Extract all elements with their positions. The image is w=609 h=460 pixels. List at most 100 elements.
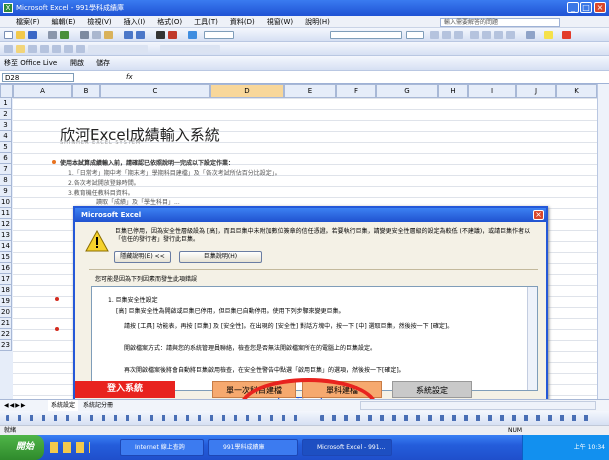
minimize-button[interactable]: _ <box>567 2 579 13</box>
review-end-icon[interactable] <box>88 45 148 53</box>
detail-scrollbar[interactable] <box>527 287 537 390</box>
login-system-button[interactable]: 登入系統 <box>75 381 175 398</box>
row-header[interactable]: 20 <box>0 307 12 318</box>
help-question-input[interactable]: 輸入需要解答的問題 <box>440 18 560 27</box>
column-header-b[interactable]: B <box>72 84 100 98</box>
comment-icon[interactable] <box>16 45 25 53</box>
align-left-icon[interactable] <box>470 31 479 39</box>
paste-icon[interactable] <box>104 31 113 39</box>
column-header-j[interactable]: J <box>516 84 556 98</box>
menu-view[interactable]: 檢視(V) <box>81 16 117 28</box>
taskbar-item[interactable]: Microsoft Excel - 991... <box>302 439 392 456</box>
row-header[interactable]: 3 <box>0 120 12 131</box>
menu-format[interactable]: 格式(O) <box>151 16 188 28</box>
row-header[interactable]: 22 <box>0 329 12 340</box>
menu-edit[interactable]: 編輯(E) <box>46 16 82 28</box>
office-live-save[interactable]: 儲存 <box>96 58 110 68</box>
sheet-tab[interactable]: 系統記分冊 <box>80 400 116 411</box>
align-center-icon[interactable] <box>482 31 491 39</box>
review-icon[interactable] <box>4 45 13 53</box>
zoom-select[interactable] <box>204 31 234 39</box>
column-header-f[interactable]: F <box>336 84 376 98</box>
dialog-close-button[interactable]: × <box>533 210 544 220</box>
menu-data[interactable]: 資料(D) <box>224 16 261 28</box>
taskbar-item[interactable]: Internet 線上查詢 <box>120 439 204 456</box>
fill-color-icon[interactable] <box>544 31 553 39</box>
underline-icon[interactable] <box>454 31 463 39</box>
menu-help[interactable]: 說明(H) <box>299 16 336 28</box>
autosum-icon[interactable] <box>156 31 165 39</box>
row-header[interactable]: 23 <box>0 340 12 351</box>
menu-insert[interactable]: 插入(I) <box>118 16 152 28</box>
draw-shape-icon[interactable] <box>320 415 590 421</box>
row-header[interactable]: 10 <box>0 197 12 208</box>
reply-icon[interactable] <box>40 45 49 53</box>
office-live-button[interactable]: 移至 Office Live <box>4 58 57 68</box>
close-window-button[interactable]: × <box>594 2 606 13</box>
protect-icon[interactable] <box>76 45 85 53</box>
column-header-c[interactable]: C <box>100 84 210 98</box>
macro-help-button[interactable]: 巨集說明(H) <box>179 251 262 263</box>
row-header[interactable]: 19 <box>0 296 12 307</box>
align-right-icon[interactable] <box>494 31 503 39</box>
menu-file[interactable]: 檔案(F) <box>0 16 46 28</box>
chart-icon[interactable] <box>188 31 197 39</box>
formula-input[interactable] <box>140 73 605 82</box>
reviewing-end-icon[interactable] <box>160 45 220 53</box>
row-header[interactable]: 9 <box>0 186 12 197</box>
row-header[interactable]: 12 <box>0 219 12 230</box>
scrollbar-vertical[interactable] <box>597 84 609 399</box>
save-icon[interactable] <box>28 31 37 39</box>
print-icon[interactable] <box>48 31 57 39</box>
borders-icon[interactable] <box>526 31 535 39</box>
send-icon[interactable] <box>52 45 61 53</box>
copy-icon[interactable] <box>92 31 101 39</box>
taskbar-item[interactable]: 991學科成績庫 <box>208 439 298 456</box>
tab-nav-icon[interactable]: ◀◀▶▶ <box>4 400 26 411</box>
row-header[interactable]: 7 <box>0 164 12 175</box>
merge-icon[interactable] <box>506 31 515 39</box>
scrollbar-horizontal[interactable] <box>360 401 596 410</box>
row-header[interactable]: 1 <box>0 98 12 109</box>
row-header[interactable]: 18 <box>0 285 12 296</box>
name-box[interactable]: D28 <box>2 73 74 82</box>
font-color-icon[interactable] <box>562 31 571 39</box>
column-header-i[interactable]: I <box>468 84 516 98</box>
quick-launch-icons[interactable] <box>50 442 90 453</box>
row-header[interactable]: 13 <box>0 230 12 241</box>
row-header[interactable]: 17 <box>0 274 12 285</box>
column-header-k[interactable]: K <box>556 84 597 98</box>
office-live-open[interactable]: 開啟 <box>70 58 84 68</box>
italic-icon[interactable] <box>442 31 451 39</box>
row-header[interactable]: 14 <box>0 241 12 252</box>
row-header[interactable]: 8 <box>0 175 12 186</box>
menu-window[interactable]: 視窗(W) <box>261 16 299 28</box>
row-header[interactable]: 21 <box>0 318 12 329</box>
system-settings-button[interactable]: 系統設定 <box>392 381 472 398</box>
undo-icon[interactable] <box>124 31 133 39</box>
row-header[interactable]: 11 <box>0 208 12 219</box>
row-header[interactable]: 16 <box>0 263 12 274</box>
font-name-select[interactable] <box>330 31 402 39</box>
track-icon[interactable] <box>28 45 37 53</box>
select-all-corner[interactable] <box>0 84 13 98</box>
hide-help-button[interactable]: 隱藏說明(E) << <box>114 251 171 263</box>
column-header-g[interactable]: G <box>376 84 438 98</box>
cut-icon[interactable] <box>80 31 89 39</box>
column-header-a[interactable]: A <box>13 84 72 98</box>
ink-icon[interactable] <box>64 45 73 53</box>
row-header[interactable]: 6 <box>0 153 12 164</box>
start-button[interactable]: 開始 <box>0 435 44 460</box>
maximize-button[interactable]: □ <box>580 2 592 13</box>
row-header[interactable]: 15 <box>0 252 12 263</box>
font-size-select[interactable] <box>406 31 424 39</box>
row-header[interactable]: 4 <box>0 131 12 142</box>
new-icon[interactable] <box>4 31 13 39</box>
column-header-d[interactable]: D <box>210 84 284 98</box>
column-header-h[interactable]: H <box>438 84 468 98</box>
bold-icon[interactable] <box>430 31 439 39</box>
sort-icon[interactable] <box>168 31 177 39</box>
sheet-tab[interactable]: 系統設定 <box>48 400 79 411</box>
spellcheck-icon[interactable] <box>60 31 69 39</box>
menu-tools[interactable]: 工具(T) <box>188 16 224 28</box>
